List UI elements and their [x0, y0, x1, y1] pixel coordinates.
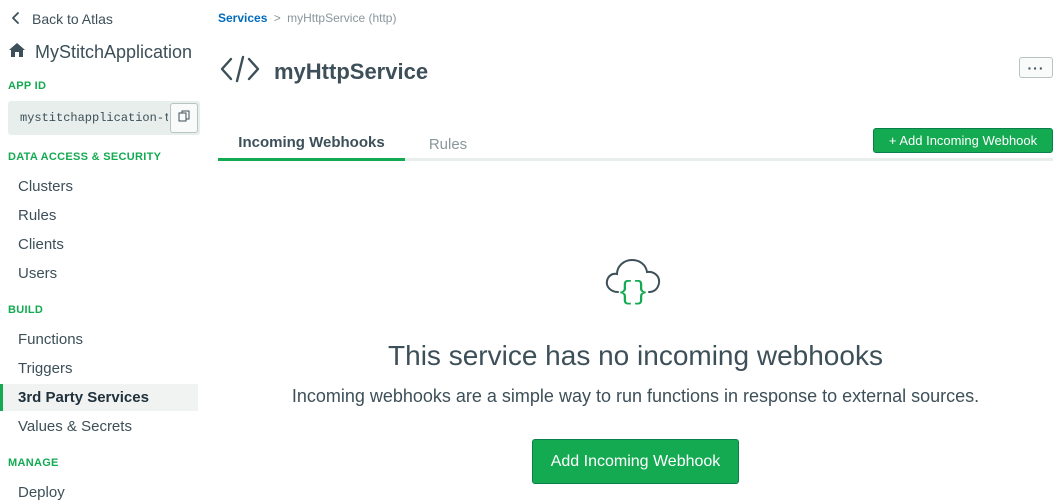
sidebar-item-3rd-party-services[interactable]: 3rd Party Services [0, 384, 198, 411]
chevron-left-icon [10, 11, 22, 27]
breadcrumb: Services > myHttpService (http) [218, 11, 396, 25]
empty-state-description: Incoming webhooks are a simple way to ru… [291, 386, 980, 406]
sidebar: Back to Atlas MyStitchApplication APP ID… [0, 0, 200, 502]
app-id-value: mystitchapplication-t [20, 111, 168, 125]
app-name-label: MyStitchApplication [35, 42, 193, 62]
svg-text:{}: {} [617, 277, 648, 307]
code-icon [220, 54, 260, 89]
back-to-atlas-label: Back to Atlas [32, 11, 113, 27]
tab-incoming-webhooks[interactable]: Incoming Webhooks [218, 127, 405, 161]
sidebar-item-triggers[interactable]: Triggers [0, 355, 198, 382]
add-incoming-webhook-button[interactable]: Add Incoming Webhook [532, 439, 739, 484]
breadcrumb-current: myHttpService (http) [287, 11, 397, 25]
copy-icon [178, 109, 190, 127]
add-incoming-webhook-button-top[interactable]: + Add Incoming Webhook [873, 128, 1053, 153]
empty-state-title: This service has no incoming webhooks [388, 340, 883, 371]
cloud-braces-icon: {} [604, 254, 662, 308]
sidebar-item-clusters[interactable]: Clusters [0, 173, 198, 200]
home-icon [8, 42, 26, 63]
breadcrumb-separator: > [273, 11, 281, 25]
sidebar-item-clients[interactable]: Clients [0, 231, 198, 258]
sidebar-item-users[interactable]: Users [0, 260, 198, 287]
tab-rules[interactable]: Rules [414, 127, 482, 161]
sidebar-item-functions[interactable]: Functions [0, 326, 198, 353]
app-id-heading: APP ID [8, 80, 47, 92]
back-to-atlas-link[interactable]: Back to Atlas [10, 9, 113, 29]
manage-heading: MANAGE [8, 457, 59, 469]
sidebar-item-values-secrets[interactable]: Values & Secrets [0, 413, 198, 440]
build-heading: BUILD [8, 304, 44, 316]
data-access-heading: DATA ACCESS & SECURITY [8, 151, 162, 163]
sidebar-item-deploy[interactable]: Deploy [0, 479, 198, 502]
service-header: myHttpService [220, 54, 428, 89]
app-name: MyStitchApplication [8, 42, 192, 63]
app-id-field: mystitchapplication-t [8, 101, 200, 135]
copy-app-id-button[interactable] [170, 103, 198, 133]
more-options-button[interactable]: ··· [1019, 57, 1053, 78]
breadcrumb-services-link[interactable]: Services [218, 11, 267, 25]
page-title: myHttpService [274, 58, 429, 84]
sidebar-item-rules[interactable]: Rules [0, 202, 198, 229]
